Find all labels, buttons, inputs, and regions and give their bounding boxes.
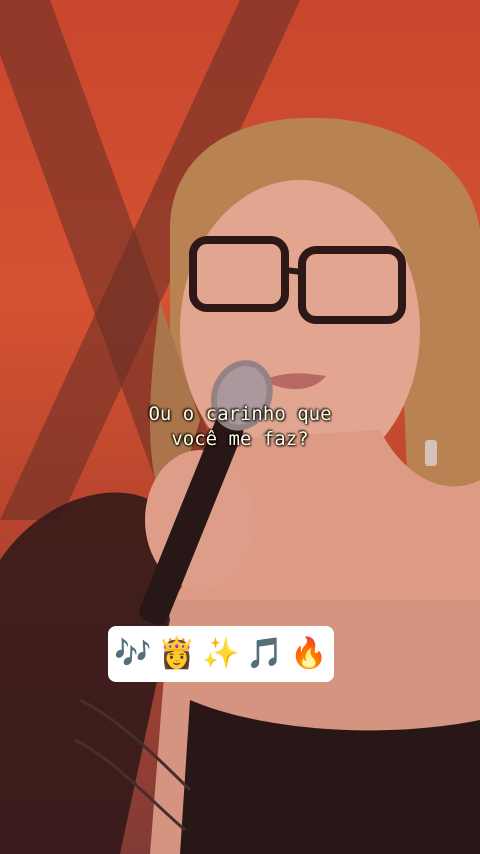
caption-line-2: você me faz? (171, 428, 309, 450)
lyrics-caption: Ou o carinho que você me faz? (0, 402, 480, 452)
fire-emoji-icon: 🔥 (290, 636, 328, 671)
musical-note-emoji-icon: 🎵 (246, 636, 284, 671)
caption-line-1: Ou o carinho que (148, 403, 332, 425)
video-frame[interactable]: Ou o carinho que você me faz? 🎶 👸 ✨ 🎵 🔥 (0, 0, 480, 854)
emoji-sticker: 🎶 👸 ✨ 🎵 🔥 (108, 626, 334, 682)
musical-notes-emoji-icon: 🎶 (114, 636, 152, 671)
princess-emoji-icon: 👸 (158, 636, 196, 671)
sparkles-emoji-icon: ✨ (202, 636, 240, 671)
